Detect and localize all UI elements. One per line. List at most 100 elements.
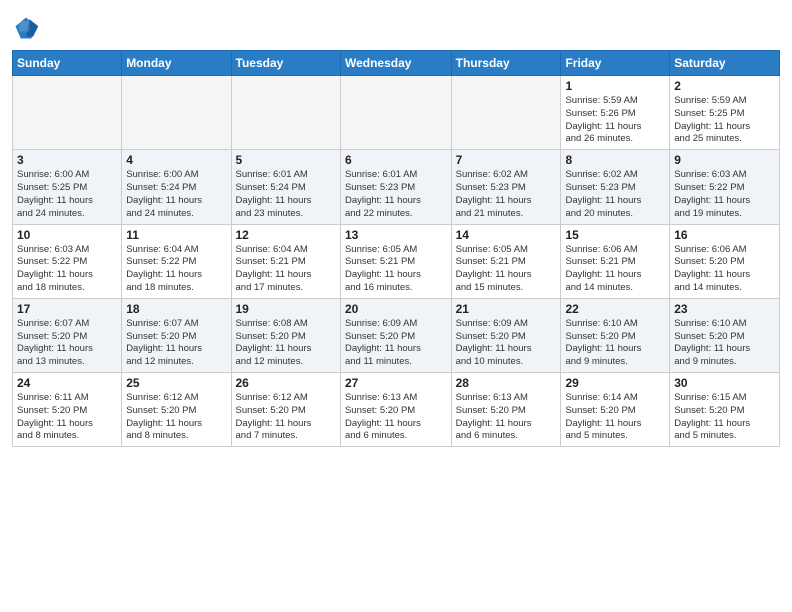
day-cell: 12 Sunrise: 6:04 AMSunset: 5:21 PMDayligh… bbox=[231, 224, 340, 298]
day-number: 28 bbox=[456, 376, 557, 390]
day-info: Sunrise: 6:06 AMSunset: 5:21 PMDaylight:… bbox=[565, 244, 665, 295]
weekday-header-sunday: Sunday bbox=[13, 51, 122, 76]
calendar-body: 1 Sunrise: 5:59 AMSunset: 5:26 PMDaylight… bbox=[13, 76, 780, 447]
day-number: 11 bbox=[126, 228, 226, 242]
day-cell: 10 Sunrise: 6:03 AMSunset: 5:22 PMDayligh… bbox=[13, 224, 122, 298]
day-cell: 28Sunrise: 6:13 AMSunset: 5:20 PMDayligh… bbox=[451, 373, 561, 447]
day-cell: 20 Sunrise: 6:09 AMSunset: 5:20 PMDayligh… bbox=[340, 298, 451, 372]
day-cell: 3 Sunrise: 6:00 AMSunset: 5:25 PMDaylight… bbox=[13, 150, 122, 224]
day-number: 9 bbox=[674, 153, 775, 167]
day-cell: 24 Sunrise: 6:11 AMSunset: 5:20 PMDayligh… bbox=[13, 373, 122, 447]
day-cell: 17Sunrise: 6:07 AMSunset: 5:20 PMDayligh… bbox=[13, 298, 122, 372]
weekday-header-monday: Monday bbox=[122, 51, 231, 76]
day-cell: 19Sunrise: 6:08 AMSunset: 5:20 PMDayligh… bbox=[231, 298, 340, 372]
day-info: Sunrise: 6:00 AMSunset: 5:25 PMDaylight:… bbox=[17, 169, 117, 220]
day-number: 7 bbox=[456, 153, 557, 167]
day-number: 8 bbox=[565, 153, 665, 167]
day-cell: 5 Sunrise: 6:01 AMSunset: 5:24 PMDaylight… bbox=[231, 150, 340, 224]
day-cell: 30 Sunrise: 6:15 AMSunset: 5:20 PMDayligh… bbox=[670, 373, 780, 447]
day-number: 21 bbox=[456, 302, 557, 316]
day-cell: 14 Sunrise: 6:05 AMSunset: 5:21 PMDayligh… bbox=[451, 224, 561, 298]
day-number: 12 bbox=[236, 228, 336, 242]
day-info: Sunrise: 6:07 AMSunset: 5:20 PMDaylight:… bbox=[126, 318, 226, 369]
day-cell: 23Sunrise: 6:10 AMSunset: 5:20 PMDayligh… bbox=[670, 298, 780, 372]
day-info: Sunrise: 6:10 AMSunset: 5:20 PMDaylight:… bbox=[565, 318, 665, 369]
day-number: 25 bbox=[126, 376, 226, 390]
day-cell: 21 Sunrise: 6:09 AMSunset: 5:20 PMDayligh… bbox=[451, 298, 561, 372]
day-cell: 29 Sunrise: 6:14 AMSunset: 5:20 PMDayligh… bbox=[561, 373, 670, 447]
day-cell: 11 Sunrise: 6:04 AMSunset: 5:22 PMDayligh… bbox=[122, 224, 231, 298]
day-info: Sunrise: 6:08 AMSunset: 5:20 PMDaylight:… bbox=[236, 318, 336, 369]
day-cell: 13 Sunrise: 6:05 AMSunset: 5:21 PMDayligh… bbox=[340, 224, 451, 298]
day-number: 16 bbox=[674, 228, 775, 242]
day-info: Sunrise: 6:11 AMSunset: 5:20 PMDaylight:… bbox=[17, 392, 117, 443]
day-info: Sunrise: 6:04 AMSunset: 5:21 PMDaylight:… bbox=[236, 244, 336, 295]
day-cell bbox=[13, 76, 122, 150]
day-info: Sunrise: 6:00 AMSunset: 5:24 PMDaylight:… bbox=[126, 169, 226, 220]
day-info: Sunrise: 6:13 AMSunset: 5:20 PMDaylight:… bbox=[345, 392, 447, 443]
day-number: 2 bbox=[674, 79, 775, 93]
day-info: Sunrise: 6:14 AMSunset: 5:20 PMDaylight:… bbox=[565, 392, 665, 443]
day-cell bbox=[122, 76, 231, 150]
day-cell: 1 Sunrise: 5:59 AMSunset: 5:26 PMDaylight… bbox=[561, 76, 670, 150]
day-number: 1 bbox=[565, 79, 665, 93]
day-number: 26 bbox=[236, 376, 336, 390]
day-cell: 25 Sunrise: 6:12 AMSunset: 5:20 PMDayligh… bbox=[122, 373, 231, 447]
day-number: 14 bbox=[456, 228, 557, 242]
day-number: 27 bbox=[345, 376, 447, 390]
day-number: 3 bbox=[17, 153, 117, 167]
day-cell: 26 Sunrise: 6:12 AMSunset: 5:20 PMDayligh… bbox=[231, 373, 340, 447]
day-cell bbox=[451, 76, 561, 150]
day-number: 20 bbox=[345, 302, 447, 316]
day-cell: 8 Sunrise: 6:02 AMSunset: 5:23 PMDaylight… bbox=[561, 150, 670, 224]
day-cell: 15 Sunrise: 6:06 AMSunset: 5:21 PMDayligh… bbox=[561, 224, 670, 298]
day-number: 5 bbox=[236, 153, 336, 167]
day-cell: 18Sunrise: 6:07 AMSunset: 5:20 PMDayligh… bbox=[122, 298, 231, 372]
weekday-header-tuesday: Tuesday bbox=[231, 51, 340, 76]
day-info: Sunrise: 6:15 AMSunset: 5:20 PMDaylight:… bbox=[674, 392, 775, 443]
day-cell: 22 Sunrise: 6:10 AMSunset: 5:20 PMDayligh… bbox=[561, 298, 670, 372]
day-number: 24 bbox=[17, 376, 117, 390]
day-cell: 27 Sunrise: 6:13 AMSunset: 5:20 PMDayligh… bbox=[340, 373, 451, 447]
weekday-header-thursday: Thursday bbox=[451, 51, 561, 76]
week-row-1: 1 Sunrise: 5:59 AMSunset: 5:26 PMDaylight… bbox=[13, 76, 780, 150]
day-cell bbox=[340, 76, 451, 150]
day-info: Sunrise: 6:10 AMSunset: 5:20 PMDaylight:… bbox=[674, 318, 775, 369]
logo bbox=[12, 14, 44, 42]
day-info: Sunrise: 6:12 AMSunset: 5:20 PMDaylight:… bbox=[236, 392, 336, 443]
day-info: Sunrise: 6:02 AMSunset: 5:23 PMDaylight:… bbox=[565, 169, 665, 220]
weekday-header-friday: Friday bbox=[561, 51, 670, 76]
day-info: Sunrise: 6:06 AMSunset: 5:20 PMDaylight:… bbox=[674, 244, 775, 295]
day-number: 15 bbox=[565, 228, 665, 242]
day-info: Sunrise: 6:01 AMSunset: 5:24 PMDaylight:… bbox=[236, 169, 336, 220]
day-info: Sunrise: 6:05 AMSunset: 5:21 PMDaylight:… bbox=[345, 244, 447, 295]
day-info: Sunrise: 6:01 AMSunset: 5:23 PMDaylight:… bbox=[345, 169, 447, 220]
day-info: Sunrise: 6:02 AMSunset: 5:23 PMDaylight:… bbox=[456, 169, 557, 220]
day-number: 30 bbox=[674, 376, 775, 390]
day-info: Sunrise: 6:04 AMSunset: 5:22 PMDaylight:… bbox=[126, 244, 226, 295]
day-info: Sunrise: 6:09 AMSunset: 5:20 PMDaylight:… bbox=[456, 318, 557, 369]
header bbox=[12, 10, 780, 42]
week-row-2: 3 Sunrise: 6:00 AMSunset: 5:25 PMDaylight… bbox=[13, 150, 780, 224]
day-info: Sunrise: 5:59 AMSunset: 5:25 PMDaylight:… bbox=[674, 95, 775, 146]
day-info: Sunrise: 6:12 AMSunset: 5:20 PMDaylight:… bbox=[126, 392, 226, 443]
day-info: Sunrise: 5:59 AMSunset: 5:26 PMDaylight:… bbox=[565, 95, 665, 146]
day-number: 10 bbox=[17, 228, 117, 242]
day-info: Sunrise: 6:09 AMSunset: 5:20 PMDaylight:… bbox=[345, 318, 447, 369]
day-info: Sunrise: 6:05 AMSunset: 5:21 PMDaylight:… bbox=[456, 244, 557, 295]
day-cell: 6 Sunrise: 6:01 AMSunset: 5:23 PMDaylight… bbox=[340, 150, 451, 224]
day-cell: 16 Sunrise: 6:06 AMSunset: 5:20 PMDayligh… bbox=[670, 224, 780, 298]
weekday-header-wednesday: Wednesday bbox=[340, 51, 451, 76]
day-number: 6 bbox=[345, 153, 447, 167]
day-number: 13 bbox=[345, 228, 447, 242]
day-cell: 7 Sunrise: 6:02 AMSunset: 5:23 PMDaylight… bbox=[451, 150, 561, 224]
calendar: SundayMondayTuesdayWednesdayThursdayFrid… bbox=[12, 50, 780, 447]
page-container: SundayMondayTuesdayWednesdayThursdayFrid… bbox=[0, 0, 792, 457]
logo-icon bbox=[12, 14, 40, 42]
day-info: Sunrise: 6:03 AMSunset: 5:22 PMDaylight:… bbox=[674, 169, 775, 220]
weekday-row: SundayMondayTuesdayWednesdayThursdayFrid… bbox=[13, 51, 780, 76]
day-number: 29 bbox=[565, 376, 665, 390]
calendar-header: SundayMondayTuesdayWednesdayThursdayFrid… bbox=[13, 51, 780, 76]
day-info: Sunrise: 6:03 AMSunset: 5:22 PMDaylight:… bbox=[17, 244, 117, 295]
day-number: 22 bbox=[565, 302, 665, 316]
